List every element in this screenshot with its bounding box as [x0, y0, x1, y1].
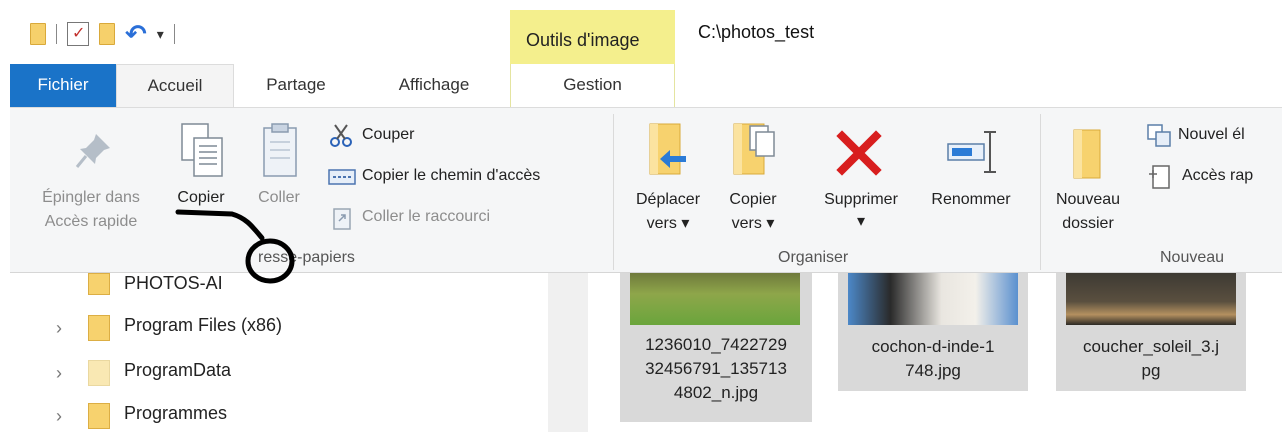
copy-path-icon — [328, 169, 356, 185]
file-name-line: 748.jpg — [905, 361, 961, 380]
file-name-line: 1236010_7422729 — [645, 335, 787, 354]
pin-icon — [75, 134, 110, 168]
organize-group-label: Organiser — [778, 249, 849, 266]
separator — [173, 24, 175, 44]
tab-share[interactable]: Partage — [246, 64, 346, 108]
new-folder-icon[interactable] — [99, 23, 115, 45]
copy-to-button[interactable]: Copier vers ▾ — [714, 122, 792, 238]
group-separator — [613, 114, 614, 270]
copy-icon — [181, 123, 223, 177]
file-list: 1236010_7422729 32456791_135713 4802_n.j… — [588, 273, 1282, 432]
tab-view[interactable]: Affichage — [378, 64, 490, 108]
move-to-icon — [649, 123, 686, 175]
folder-icon — [88, 360, 110, 386]
easy-access-icon — [1149, 165, 1170, 189]
easy-access-label: Accès rap — [1182, 167, 1254, 184]
tab-manage[interactable]: Gestion — [510, 64, 675, 108]
picture-tools-label: Outils d'image — [526, 30, 640, 50]
copy-to-label-2: vers ▾ — [731, 215, 775, 232]
copy-to-label-1: Copier — [729, 191, 777, 208]
new-item-button[interactable]: Nouvel él — [1144, 123, 1282, 149]
quick-access-toolbar: ↶ ▾ — [30, 21, 175, 47]
delete-x-icon — [836, 130, 882, 176]
tree-item-label: PHOTOS-AI — [124, 273, 223, 293]
file-tile[interactable]: 1236010_7422729 32456791_135713 4802_n.j… — [620, 273, 812, 422]
move-to-button[interactable]: Déplacer vers ▾ — [622, 122, 714, 238]
clipboard-group-label: resse-papiers — [258, 249, 355, 266]
copy-label: Copier — [177, 189, 225, 206]
delete-button[interactable]: Supprimer ▾ — [806, 122, 916, 238]
tree-item[interactable]: PHOTOS-AI — [50, 273, 550, 313]
photo-thumbnail — [630, 273, 800, 325]
tree-item[interactable]: › ProgramData — [50, 354, 550, 394]
new-item-label: Nouvel él — [1178, 126, 1245, 143]
folder-icon — [88, 403, 110, 429]
file-name-line: pg — [1141, 361, 1161, 380]
easy-access-button[interactable]: Accès rap — [1144, 164, 1282, 190]
title-bar: ↶ ▾ Outils d'image C:\photos_test — [0, 0, 1282, 64]
tree-item-label: Programmes — [124, 403, 228, 423]
cut-label: Couper — [362, 126, 415, 143]
ribbon-tabs: Fichier Accueil Partage Affichage Gestio… — [0, 64, 1282, 108]
tree-item-label: Program Files (x86) — [124, 315, 283, 335]
pin-quick-access-button[interactable]: Épingler dans Accès rapide — [24, 130, 158, 240]
tree-item[interactable]: › Programmes — [50, 397, 550, 432]
customize-toolbar-chevron-icon[interactable]: ▾ — [157, 26, 164, 43]
group-separator — [1040, 114, 1041, 270]
paste-shortcut-button[interactable]: Coller le raccourci — [326, 205, 606, 231]
folder-icon[interactable] — [30, 23, 46, 45]
photo-thumbnail — [1066, 273, 1236, 325]
navigation-scrollbar[interactable] — [548, 273, 588, 432]
new-folder-icon — [1073, 129, 1101, 179]
chevron-right-icon[interactable]: › — [56, 363, 62, 384]
cut-button[interactable]: Couper — [326, 123, 606, 149]
folder-icon — [88, 273, 110, 295]
paste-button[interactable]: Coller — [244, 122, 314, 222]
chevron-right-icon[interactable]: › — [56, 318, 62, 339]
file-name-line: coucher_soleil_3.j — [1082, 337, 1220, 356]
window-title: C:\photos_test — [698, 22, 815, 42]
chevron-down-icon: ▾ — [856, 213, 866, 230]
pin-label-2: Accès rapide — [44, 213, 138, 230]
paste-shortcut-label: Coller le raccourci — [362, 208, 491, 225]
file-tile[interactable]: coucher_soleil_3.j pg — [1056, 273, 1246, 391]
rename-button[interactable]: Renommer — [916, 122, 1026, 222]
picture-tools-header: Outils d'image — [510, 10, 675, 64]
chevron-right-icon[interactable]: › — [56, 406, 62, 427]
undo-icon[interactable]: ↶ — [125, 21, 147, 47]
new-item-icon — [1147, 124, 1171, 147]
copy-path-label: Copier le chemin d'accès — [362, 167, 541, 184]
ribbon-home: Épingler dans Accès rapide Copier Coller — [10, 107, 1282, 273]
tree-item-label: ProgramData — [124, 360, 232, 380]
new-folder-button[interactable]: Nouveau dossier — [1046, 122, 1130, 238]
copy-path-button[interactable]: Copier le chemin d'accès — [326, 164, 616, 190]
file-name-line: 4802_n.jpg — [673, 383, 759, 402]
copy-to-icon — [733, 123, 775, 175]
paste-shortcut-icon — [333, 208, 351, 230]
new-group-label: Nouveau — [1160, 249, 1225, 266]
navigation-pane: PHOTOS-AI › Program Files (x86) › Progra… — [0, 273, 568, 432]
separator — [56, 24, 57, 44]
file-tile[interactable]: cochon-d-inde-1 748.jpg — [838, 273, 1028, 391]
tree-item[interactable]: › Program Files (x86) — [50, 309, 550, 349]
paste-label: Coller — [258, 189, 300, 206]
file-name-line: cochon-d-inde-1 — [871, 337, 995, 356]
rename-icon — [947, 131, 996, 173]
pin-label-1: Épingler dans — [42, 189, 140, 206]
tab-file[interactable]: Fichier — [10, 64, 116, 108]
photo-thumbnail — [848, 273, 1018, 325]
move-to-label-1: Déplacer — [635, 191, 701, 208]
file-name-line: 32456791_135713 — [645, 359, 787, 378]
new-folder-label-2: dossier — [1062, 215, 1114, 232]
scissors-icon — [330, 124, 352, 147]
folder-icon — [88, 315, 110, 341]
new-folder-label-1: Nouveau — [1055, 191, 1121, 208]
move-to-label-2: vers ▾ — [646, 215, 690, 232]
rename-label: Renommer — [931, 191, 1011, 208]
delete-label: Supprimer — [824, 191, 898, 208]
tab-home[interactable]: Accueil — [116, 64, 234, 108]
clipboard-icon — [263, 123, 297, 177]
copy-button[interactable]: Copier — [166, 122, 236, 222]
properties-icon[interactable] — [67, 22, 89, 46]
